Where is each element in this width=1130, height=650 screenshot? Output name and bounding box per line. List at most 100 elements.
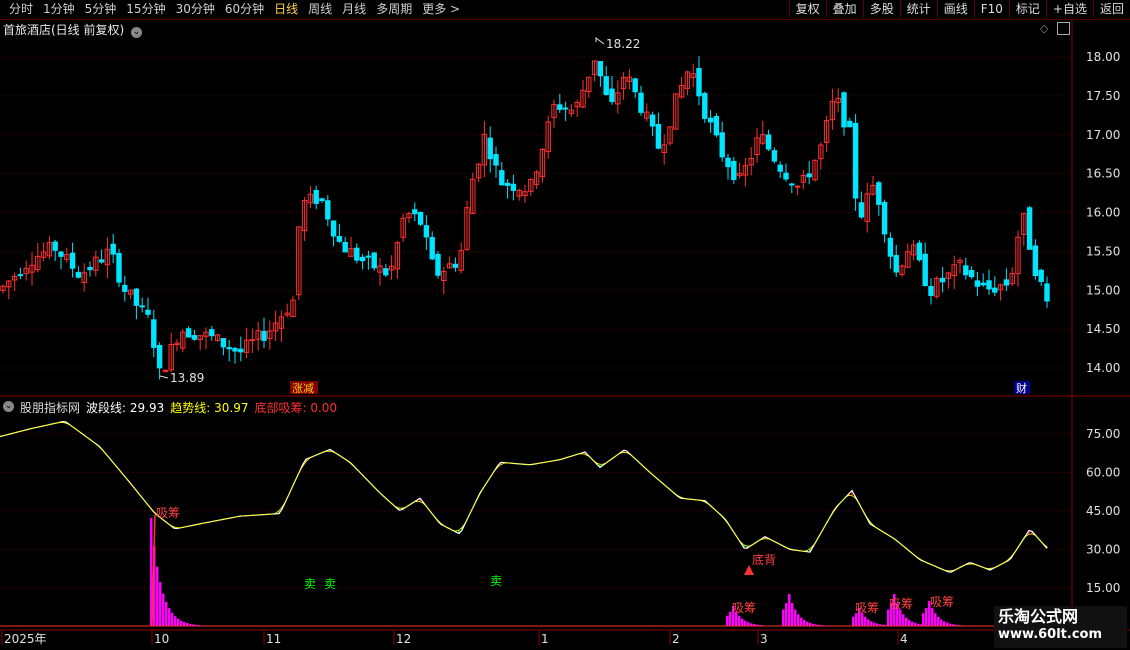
accumulation-bar <box>806 621 809 626</box>
accumulation-bar <box>165 601 168 626</box>
accumulation-bar <box>873 622 876 626</box>
candle-body <box>499 170 505 186</box>
candle-body <box>1026 207 1033 250</box>
candle-body <box>789 183 795 186</box>
time-tick-label: 4 <box>900 632 908 646</box>
high-price-label: 18.22 <box>606 37 640 51</box>
candle-body <box>655 124 662 149</box>
candle-body <box>1003 279 1010 286</box>
watermark-logo: 乐淘公式网 www.60lt.com <box>994 606 1127 648</box>
accumulation-bar <box>852 616 855 626</box>
candle-body <box>783 172 789 180</box>
indicator-tick-label: 75.00 <box>1086 427 1120 441</box>
candle-body <box>696 67 702 97</box>
candle-body <box>504 182 511 186</box>
candle-body <box>354 247 360 261</box>
indicator-tick-label: 60.00 <box>1086 466 1120 480</box>
candle-body <box>603 76 609 96</box>
candle-body <box>557 104 563 110</box>
accumulation-bar <box>867 619 870 626</box>
indicator-tick-label: 45.00 <box>1086 504 1120 518</box>
candle-body <box>632 78 638 93</box>
candle-body <box>928 285 934 296</box>
low-price-label: 13.89 <box>170 371 204 385</box>
accumulation-bar <box>908 619 911 626</box>
stock-chart[interactable]: 18.00 17.50 17.00 16.50 16.00 15.50 15.00 14.50… <box>0 0 1130 650</box>
candle-body <box>52 241 58 251</box>
candle-body <box>876 182 882 205</box>
accumulation-bar <box>899 609 902 626</box>
accumulation-bar <box>168 608 171 626</box>
accumulation-bar <box>934 613 937 626</box>
price-tick-label: 17.50 <box>1086 89 1120 103</box>
indicator-annotation: 卖 <box>490 574 502 588</box>
candle-body <box>122 284 128 292</box>
badge-right: 财 <box>1016 381 1027 395</box>
candle-body <box>777 164 783 172</box>
wave-line <box>0 421 1048 573</box>
candle-body <box>412 209 418 215</box>
accumulation-bar <box>940 619 943 626</box>
candle-body <box>510 183 517 191</box>
candle-body <box>707 117 714 123</box>
candle-body <box>417 212 424 225</box>
indicator-tick-label: 30.00 <box>1086 543 1120 557</box>
price-tick-label: 14.00 <box>1086 361 1120 375</box>
candle-body <box>841 92 847 128</box>
candle-body <box>702 92 708 119</box>
badge-left: 涨减 <box>292 382 314 395</box>
accumulation-bar <box>861 613 864 626</box>
indicator-annotation: 吸筹 <box>930 595 954 609</box>
candle-body <box>609 88 615 103</box>
accumulation-bar <box>782 609 785 626</box>
candle-body <box>365 255 372 258</box>
candle-body <box>58 251 64 257</box>
accumulation-bar <box>738 615 741 626</box>
candle-body <box>638 92 644 113</box>
indicator-annotation: 底背 <box>752 552 776 567</box>
price-tick-label: 18.00 <box>1086 50 1120 64</box>
accumulation-bar <box>159 582 162 626</box>
candle-body <box>429 237 435 260</box>
candle-body <box>359 256 366 262</box>
candle-body <box>17 274 24 277</box>
candle-body <box>371 252 377 269</box>
candle-body <box>1032 245 1039 277</box>
time-tick-label: 3 <box>760 632 768 646</box>
accumulation-bar <box>931 608 934 626</box>
candle-body <box>980 282 986 286</box>
candle-body <box>330 220 337 237</box>
candle-body <box>986 280 992 290</box>
time-tick-label: 11 <box>266 632 281 646</box>
accumulation-bar <box>741 618 744 626</box>
candle-body <box>719 132 725 158</box>
price-tick-label: 15.00 <box>1086 283 1120 297</box>
accumulation-bar <box>785 603 788 626</box>
accumulation-bar <box>855 613 858 626</box>
indicator-annotation: 卖 <box>304 577 316 591</box>
candle-body <box>992 287 998 293</box>
accumulation-bar <box>797 614 800 626</box>
time-tick-label: 10 <box>154 632 169 646</box>
candle-body <box>922 253 928 287</box>
candle-body <box>806 173 812 178</box>
candle-body <box>139 305 145 308</box>
accumulation-bar <box>726 615 729 626</box>
indicator-annotation: 吸筹 <box>156 506 180 520</box>
accumulation-bar <box>803 619 806 626</box>
accumulation-bar <box>911 621 914 626</box>
candle-body <box>249 339 256 342</box>
candle-body <box>383 268 389 276</box>
accumulation-bar <box>788 594 791 626</box>
candle-body <box>939 277 946 283</box>
accumulation-bar <box>174 616 177 626</box>
price-tick-label: 15.50 <box>1086 244 1120 258</box>
high-price-marker <box>595 37 605 45</box>
candle-body <box>893 255 899 273</box>
accumulation-bar <box>937 616 940 626</box>
candle-body <box>713 115 720 136</box>
candle-body <box>765 134 772 150</box>
candle-body <box>881 201 888 235</box>
indicator-annotation: 吸筹 <box>889 597 913 611</box>
candle-body <box>963 265 969 276</box>
